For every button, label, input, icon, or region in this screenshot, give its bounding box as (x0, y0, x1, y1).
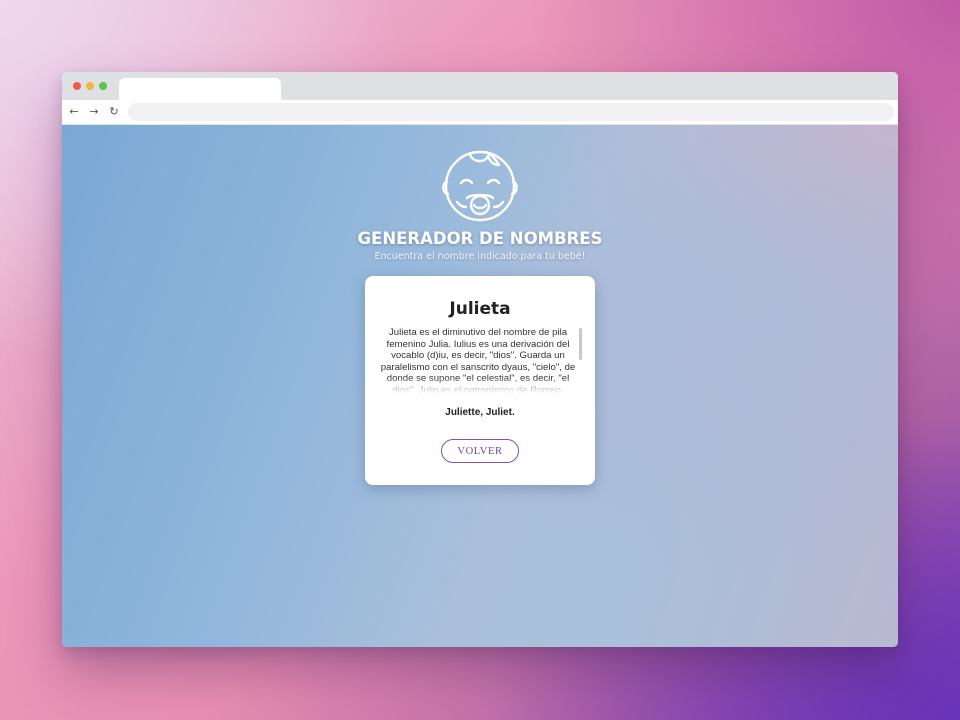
back-button[interactable]: VOLVER (441, 439, 519, 463)
maximize-window-dot[interactable] (99, 82, 107, 90)
address-bar[interactable] (128, 103, 894, 121)
name-result-card: Julieta Julieta es el diminutivo del nom… (365, 276, 595, 485)
baby-name-title: Julieta (449, 299, 511, 319)
baby-face-icon (441, 146, 519, 224)
name-variants: Juliette, Juliet. (445, 407, 515, 418)
app-title: GENERADOR DE NOMBRES (357, 229, 603, 248)
forward-arrow-icon[interactable]: → (87, 104, 101, 118)
back-arrow-icon[interactable]: ← (67, 104, 81, 118)
browser-toolbar: ← → ↻ (62, 100, 898, 125)
app-subtitle: Encuentra el nombre indicado para tu beb… (374, 251, 586, 262)
page-viewport: GENERADOR DE NOMBRES Encuentra el nombre… (62, 125, 898, 647)
close-window-dot[interactable] (73, 82, 81, 90)
name-description-scroll[interactable]: Julieta es el diminutivo del nombre de p… (377, 327, 584, 393)
browser-window: ← → ↻ GENERADOR DE NOMBRES Encuentra el … (62, 72, 898, 647)
tab-strip (62, 72, 898, 100)
description-fade (377, 377, 579, 393)
minimize-window-dot[interactable] (86, 82, 94, 90)
browser-tab[interactable] (119, 78, 281, 100)
reload-icon[interactable]: ↻ (107, 104, 121, 118)
description-scrollbar[interactable] (579, 328, 582, 360)
